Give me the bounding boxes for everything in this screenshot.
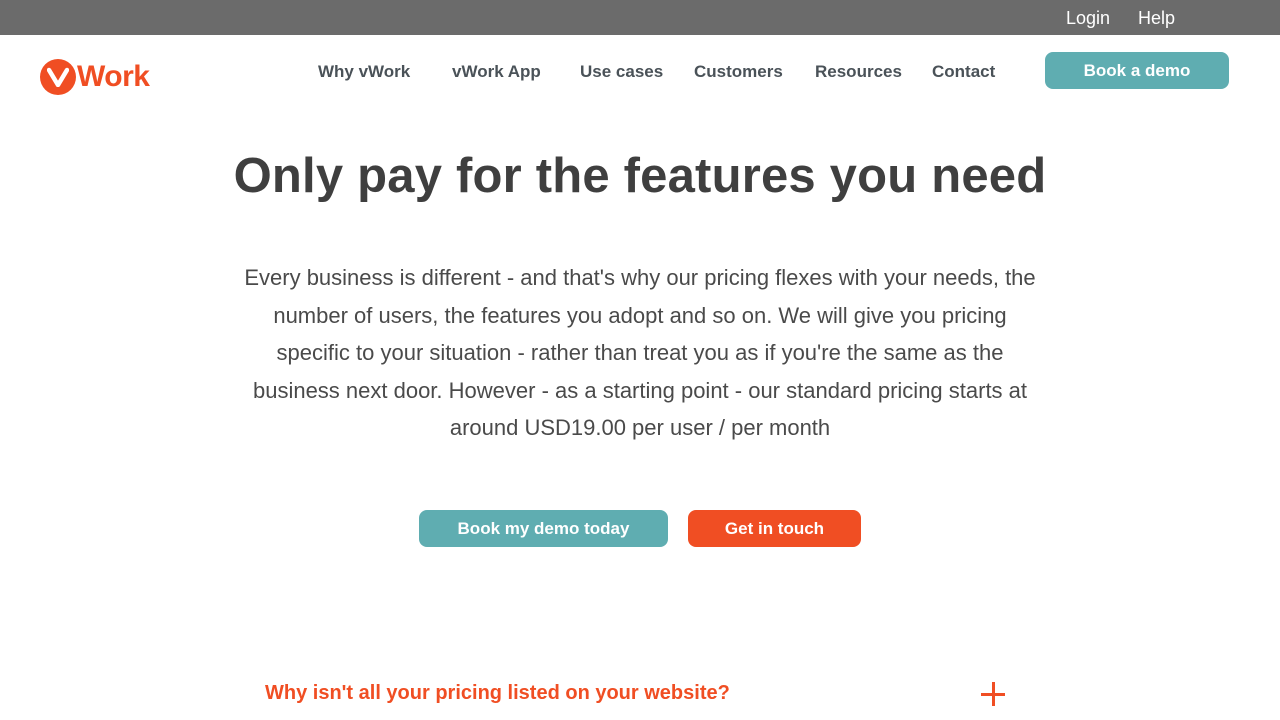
get-in-touch-button[interactable]: Get in touch xyxy=(688,510,861,547)
nav-resources[interactable]: Resources xyxy=(815,62,902,82)
pricing-intro-text: Every business is different - and that's… xyxy=(244,265,1036,440)
faq-item[interactable]: Why isn't all your pricing listed on you… xyxy=(265,678,1005,710)
nav-use-cases[interactable]: Use cases xyxy=(580,62,663,82)
top-utility-bar: Login Help xyxy=(0,0,1280,35)
nav-why-vwork[interactable]: Why vWork xyxy=(318,62,410,82)
book-my-demo-button[interactable]: Book my demo today xyxy=(419,510,668,547)
cta-buttons: Book my demo today Get in touch xyxy=(0,510,1280,547)
page-title: Only pay for the features you need xyxy=(233,149,1047,203)
faq-question: Why isn't all your pricing listed on you… xyxy=(265,682,730,704)
plus-icon[interactable] xyxy=(981,682,1005,706)
nav-contact[interactable]: Contact xyxy=(932,62,995,82)
book-a-demo-button[interactable]: Book a demo xyxy=(1045,52,1229,89)
login-link[interactable]: Login xyxy=(1066,8,1110,29)
site-header: Work Why vWork vWork App Use cases Custo… xyxy=(0,35,1280,115)
nav-vwork-app[interactable]: vWork App xyxy=(452,62,541,82)
nav-customers[interactable]: Customers xyxy=(694,62,783,82)
help-link[interactable]: Help xyxy=(1138,8,1175,29)
